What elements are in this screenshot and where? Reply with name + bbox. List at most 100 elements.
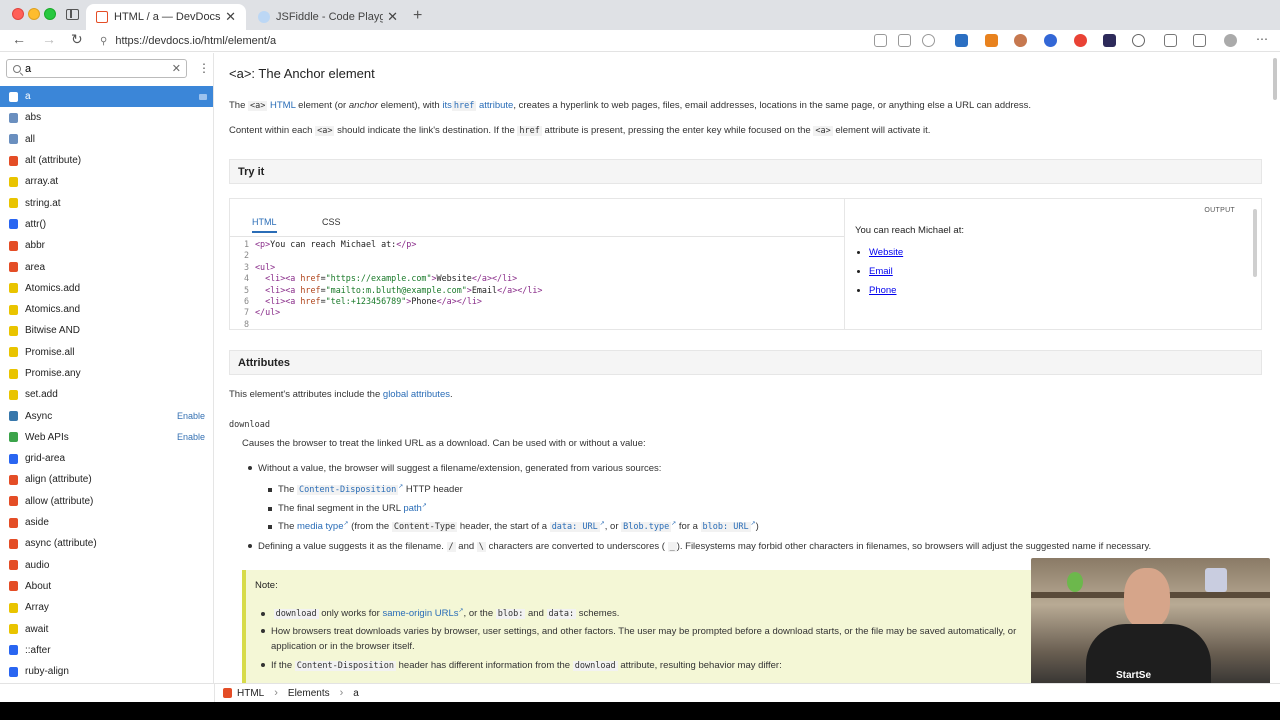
clear-search-icon[interactable]: ✕ bbox=[172, 62, 181, 75]
sidebar-result-item[interactable]: set.add bbox=[0, 384, 213, 405]
href-link[interactable]: attribute bbox=[479, 100, 513, 111]
maximize-window-button[interactable] bbox=[44, 8, 56, 20]
sidebar-result-item[interactable]: Bitwise AND bbox=[0, 320, 213, 341]
extension-icon[interactable] bbox=[1044, 34, 1057, 47]
sidebar-result-item[interactable]: async (attribute) bbox=[0, 533, 213, 554]
close-tab-icon[interactable]: ✕ bbox=[225, 9, 236, 25]
sidebar-result-item[interactable]: Async Enable bbox=[0, 405, 213, 426]
breadcrumb-item[interactable]: HTML bbox=[237, 688, 264, 699]
enable-doc-button[interactable]: Enable bbox=[177, 432, 205, 442]
search-input[interactable] bbox=[25, 62, 172, 75]
back-icon[interactable]: ← bbox=[12, 31, 26, 47]
output-scrollbar[interactable] bbox=[1253, 209, 1257, 277]
sidebar-result-label: aside bbox=[25, 517, 49, 529]
href-link[interactable]: its bbox=[442, 100, 452, 111]
text: Without a value, the browser will sugges… bbox=[258, 463, 662, 474]
forward-icon[interactable]: → bbox=[42, 31, 56, 47]
sidebar-result-item[interactable]: attr() bbox=[0, 214, 213, 235]
sidebar-result-item[interactable]: ruby-align bbox=[0, 661, 213, 682]
blob-url-link[interactable]: blob: URL bbox=[700, 522, 751, 533]
href-link[interactable]: href bbox=[451, 101, 477, 111]
metamask-icon[interactable] bbox=[985, 34, 998, 47]
sidebar-result-item[interactable]: grid-area bbox=[0, 448, 213, 469]
sidebar-result-item[interactable]: align (attribute) bbox=[0, 469, 213, 490]
enable-doc-button[interactable]: Enable bbox=[177, 411, 205, 421]
sidebar-result-item[interactable]: a bbox=[0, 86, 213, 108]
sidebar-result-item[interactable]: Promise.all bbox=[0, 342, 213, 363]
collections-icon[interactable] bbox=[1193, 34, 1206, 47]
sidebar-result-label: Promise.all bbox=[25, 346, 75, 358]
extension-icon[interactable] bbox=[1103, 34, 1116, 47]
sidebar-result-item[interactable]: aside bbox=[0, 512, 213, 533]
menu-icon[interactable]: ⋮ bbox=[198, 62, 210, 74]
sidebar-result-item[interactable]: abbr bbox=[0, 235, 213, 256]
media-type-link[interactable]: media type bbox=[297, 521, 343, 532]
extension-icon[interactable] bbox=[955, 34, 968, 47]
sidebar-result-item[interactable]: audio bbox=[0, 555, 213, 576]
reload-icon[interactable]: ↻ bbox=[71, 31, 83, 48]
tab-html[interactable]: HTML bbox=[252, 217, 277, 233]
bullet bbox=[268, 506, 272, 511]
address-bar[interactable]: ⚲ https://devdocs.io/html/element/a bbox=[100, 31, 860, 51]
try-it-panel: HTML CSS 1 <p> You can reach Michael at: </… bbox=[229, 198, 1262, 330]
search-box: ✕ bbox=[6, 59, 187, 78]
sidebar-result-item[interactable]: allow (attribute) bbox=[0, 491, 213, 512]
js-doc-icon bbox=[9, 368, 18, 379]
global-attributes-link[interactable]: global attributes bbox=[383, 389, 450, 400]
new-tab-icon[interactable]: + bbox=[413, 7, 422, 25]
breadcrumb-item[interactable]: Elements bbox=[288, 688, 330, 699]
profile-avatar[interactable] bbox=[1224, 34, 1237, 47]
sidebar-result-item[interactable]: ::after bbox=[0, 640, 213, 661]
browser-tab-jsfiddle[interactable]: JSFiddle - Code Playground ✕ bbox=[248, 4, 408, 30]
browser-tab-devdocs[interactable]: HTML / a — DevDocs ✕ bbox=[86, 4, 246, 30]
extension-icon[interactable] bbox=[1074, 34, 1087, 47]
try-it-heading: Try it bbox=[229, 159, 1262, 184]
page-scrollbar[interactable] bbox=[1273, 58, 1277, 100]
phone-link[interactable]: Phone bbox=[869, 285, 903, 296]
path-link[interactable]: path bbox=[403, 503, 422, 514]
same-origin-link[interactable]: same-origin URLs bbox=[382, 608, 458, 619]
text: (from the bbox=[351, 521, 390, 533]
close-window-button[interactable] bbox=[12, 8, 24, 20]
sidebar-result-item[interactable]: Atomics.and bbox=[0, 299, 213, 320]
content-disposition-link[interactable]: Content-Disposition bbox=[297, 485, 399, 496]
more-icon[interactable]: ⋯ bbox=[1256, 33, 1269, 47]
blob-type-link[interactable]: Blob.type bbox=[621, 522, 672, 533]
sidebar-result-label: await bbox=[25, 623, 49, 635]
js-doc-icon bbox=[9, 176, 18, 187]
reader-view-icon[interactable] bbox=[874, 34, 887, 47]
data-url-link[interactable]: data: URL bbox=[549, 522, 600, 533]
sidebar-result-item[interactable]: array.at bbox=[0, 171, 213, 192]
sidebar-result-item[interactable]: abs bbox=[0, 107, 213, 128]
extensions-icon[interactable] bbox=[1132, 34, 1145, 47]
site-info-icon[interactable]: ⚲ bbox=[100, 36, 107, 47]
translate-icon[interactable] bbox=[898, 34, 911, 47]
extension-icon[interactable] bbox=[1014, 34, 1027, 47]
sidebar-result-item[interactable]: await bbox=[0, 618, 213, 639]
favorite-icon[interactable] bbox=[922, 34, 935, 47]
favorites-icon[interactable] bbox=[1164, 34, 1177, 47]
website-link[interactable]: Website bbox=[869, 247, 903, 258]
close-tab-icon[interactable]: ✕ bbox=[387, 9, 398, 25]
sidebar-result-item[interactable]: Web APIs Enable bbox=[0, 427, 213, 448]
list-item: The final segment in the URL path↗ bbox=[268, 502, 427, 514]
bullet bbox=[261, 611, 265, 616]
html-link[interactable]: HTML bbox=[270, 100, 296, 111]
sidebar-toggle-icon[interactable] bbox=[66, 9, 79, 20]
sidebar-result-item[interactable]: Array bbox=[0, 597, 213, 618]
sidebar-result-item[interactable]: alt (attribute) bbox=[0, 150, 213, 171]
sidebar-result-item[interactable]: Promise.any bbox=[0, 363, 213, 384]
minimize-window-button[interactable] bbox=[28, 8, 40, 20]
note-title: Note: bbox=[255, 580, 278, 591]
list-item: The media type↗ (from the Content-Type h… bbox=[268, 520, 759, 533]
email-link[interactable]: Email bbox=[869, 266, 903, 277]
sidebar-result-item[interactable]: About bbox=[0, 576, 213, 597]
sidebar-result-item[interactable]: Atomics.add bbox=[0, 278, 213, 299]
sidebar-result-item[interactable]: all bbox=[0, 129, 213, 150]
sidebar-result-item[interactable]: area bbox=[0, 256, 213, 277]
code-editor[interactable]: HTML CSS 1 <p> You can reach Michael at: </… bbox=[230, 199, 844, 329]
sidebar-result-item[interactable]: string.at bbox=[0, 192, 213, 213]
sidebar-result-label: grid-area bbox=[25, 453, 66, 465]
tab-css[interactable]: CSS bbox=[322, 217, 341, 227]
sidebar-result-label: Array bbox=[25, 602, 49, 614]
